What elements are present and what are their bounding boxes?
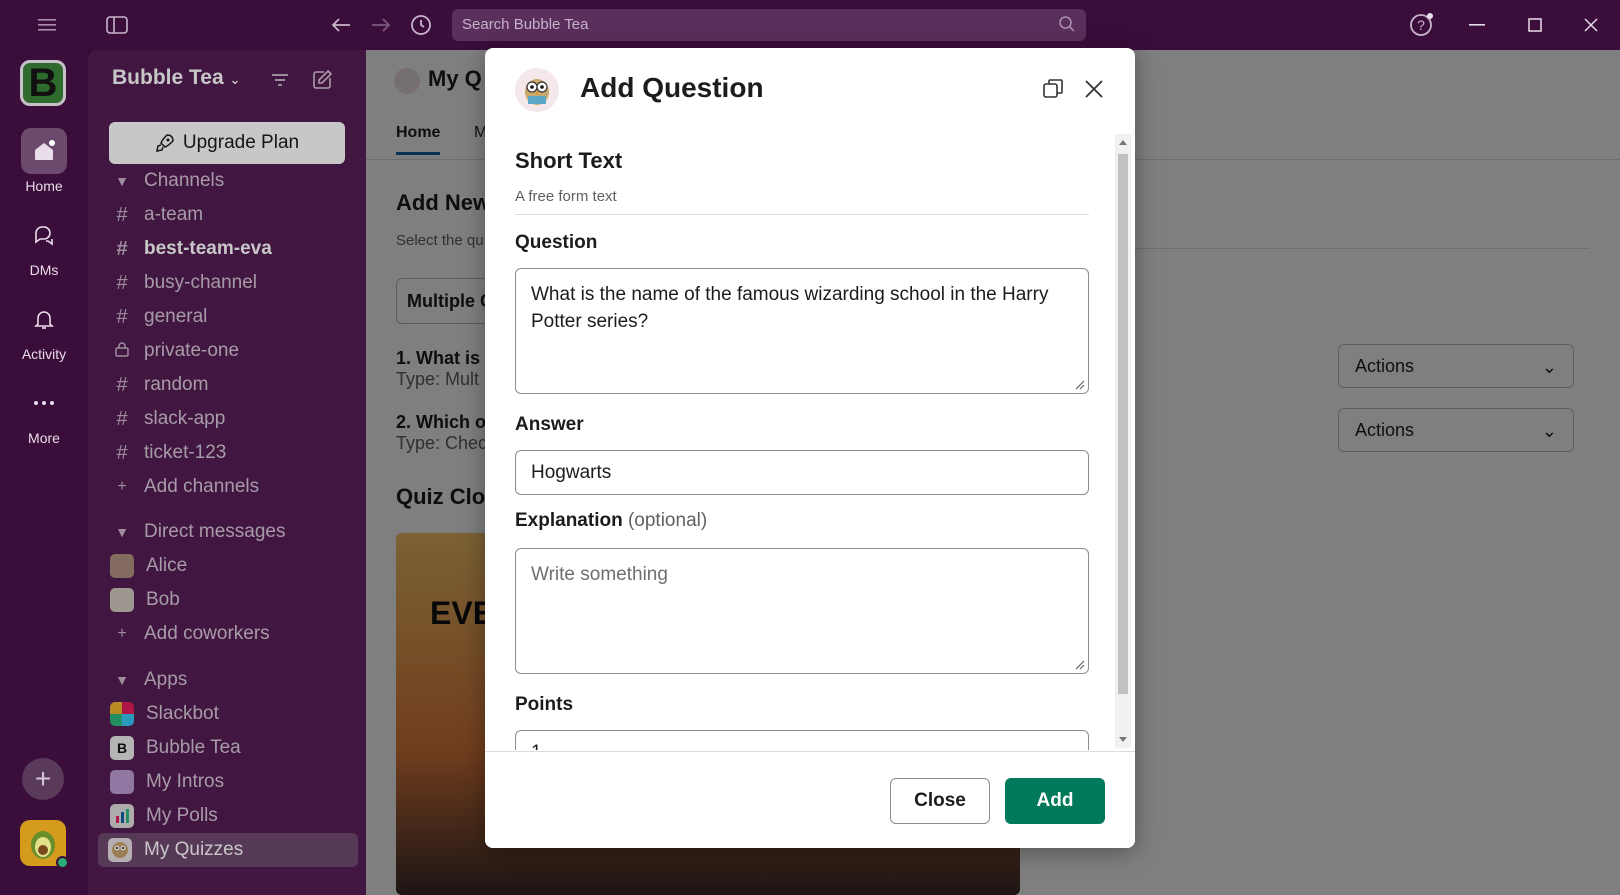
question-text: What is the name of the famous wizarding… [531, 284, 1049, 332]
avocado-icon [31, 831, 55, 859]
chevron-down-icon: ⌄ [1057, 737, 1070, 750]
rail-label: Home [25, 178, 63, 194]
add-button[interactable]: Add [1005, 778, 1105, 824]
section-divider [515, 214, 1089, 215]
sidebar-toggle-icon[interactable] [102, 10, 132, 40]
svg-text:?: ? [1417, 17, 1425, 33]
more-dots-icon [21, 380, 67, 426]
section-title: Short Text [515, 148, 623, 173]
bell-icon [21, 296, 67, 342]
close-window-icon[interactable] [1576, 10, 1606, 40]
modal-body[interactable]: Short Text A free form text Question Wha… [485, 132, 1135, 750]
search-placeholder: Search Bubble Tea [462, 16, 589, 33]
explanation-label-text: Explanation [515, 510, 623, 531]
close-button[interactable]: Close [890, 778, 990, 824]
answer-text: Hogwarts [531, 462, 612, 483]
explanation-textarea[interactable]: Write something [515, 548, 1089, 674]
title-bar: Search Bubble Tea ? [0, 0, 1620, 50]
add-question-modal: Add Question Short Text A free form text… [485, 48, 1135, 848]
explanation-placeholder: Write something [531, 564, 668, 585]
points-value: 1 [531, 742, 542, 750]
owl-logo-icon [515, 68, 559, 112]
back-arrow-icon[interactable] [326, 10, 356, 40]
rail-item-more[interactable]: More [0, 380, 88, 446]
workspace-rail: B Home DMs Activity More + [0, 50, 88, 895]
modal-header: Add Question [485, 48, 1135, 130]
answer-input[interactable]: Hogwarts [515, 450, 1089, 495]
modal-scrollbar[interactable] [1115, 134, 1131, 748]
rail-label: More [28, 430, 60, 446]
search-icon [1059, 16, 1075, 32]
help-icon[interactable]: ? [1406, 10, 1436, 40]
history-icon[interactable] [406, 10, 436, 40]
dms-icon [21, 212, 67, 258]
points-select[interactable]: 1 ⌄ [515, 730, 1089, 750]
menu-icon[interactable] [32, 10, 62, 40]
copy-window-icon[interactable] [1040, 76, 1066, 102]
workspace-logo[interactable]: B [20, 60, 66, 106]
add-workspace-button[interactable]: + [22, 758, 64, 800]
section-description: A free form text [515, 188, 617, 205]
optional-tag: (optional) [627, 510, 708, 531]
explanation-label: Explanation (optional) [515, 510, 707, 532]
rail-item-activity[interactable]: Activity [0, 296, 88, 362]
resize-handle-icon[interactable] [1075, 660, 1085, 670]
rail-label: Activity [21, 346, 67, 362]
modal-footer: Close Add [485, 751, 1135, 848]
scrollbar-thumb[interactable] [1118, 154, 1128, 694]
question-label: Question [515, 232, 598, 253]
maximize-icon[interactable] [1520, 10, 1550, 40]
search-input[interactable]: Search Bubble Tea [452, 9, 1086, 41]
scroll-up-icon[interactable] [1119, 140, 1127, 145]
forward-arrow-icon[interactable] [366, 10, 396, 40]
rail-item-dms[interactable]: DMs [0, 212, 88, 278]
rail-label: DMs [29, 262, 59, 278]
rail-item-home[interactable]: Home [0, 128, 88, 194]
answer-label: Answer [515, 414, 584, 435]
question-textarea[interactable]: What is the name of the famous wizarding… [515, 268, 1089, 394]
sidebar-dim [88, 50, 366, 895]
close-icon[interactable] [1081, 76, 1107, 102]
home-icon [21, 128, 67, 174]
minimize-icon[interactable] [1462, 10, 1492, 40]
modal-title: Add Question [580, 72, 764, 103]
presence-dot [56, 856, 69, 869]
scroll-down-icon[interactable] [1119, 737, 1127, 742]
resize-handle-icon[interactable] [1075, 380, 1085, 390]
points-label: Points [515, 694, 574, 715]
